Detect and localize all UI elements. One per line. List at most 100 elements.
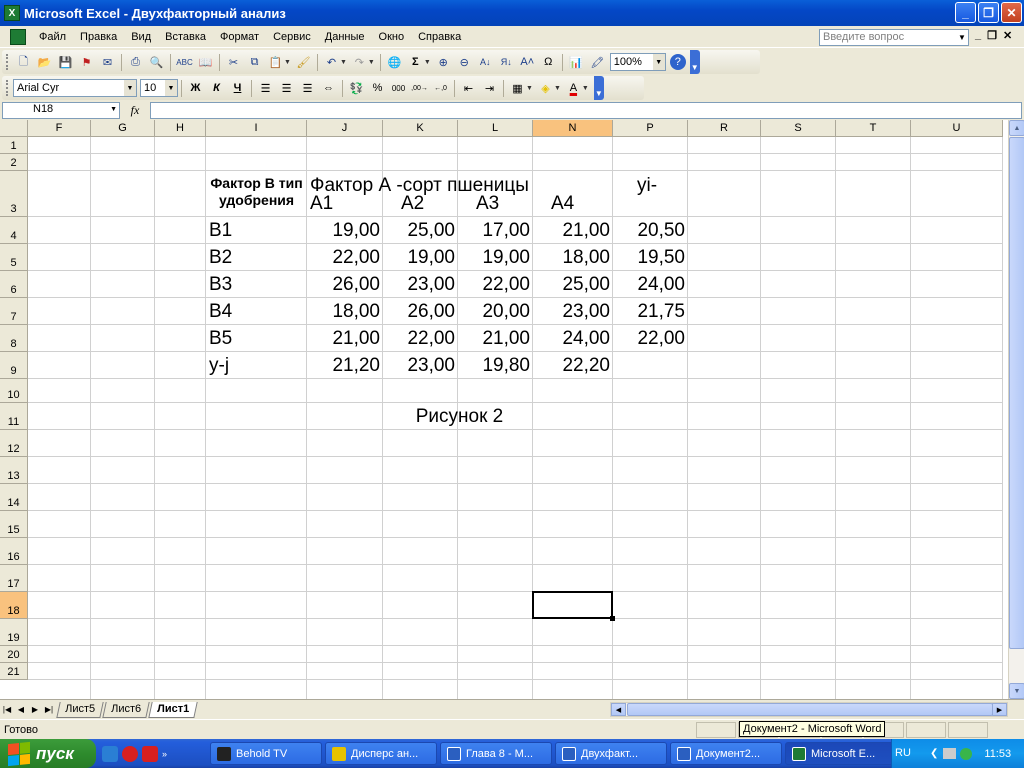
fill-color-icon[interactable]: ◈	[536, 79, 555, 98]
align-right-icon[interactable]: ☰	[298, 79, 317, 98]
row-label[interactable]: В5	[206, 328, 307, 350]
row-header-5[interactable]: 5	[0, 244, 28, 271]
row-mean-cell[interactable]: 20,50	[613, 220, 688, 242]
font-color-icon[interactable]: A	[564, 79, 583, 98]
italic-button[interactable]: К	[207, 79, 226, 98]
row-label[interactable]: В4	[206, 301, 307, 323]
start-button[interactable]: пуск	[0, 739, 96, 768]
undo-icon[interactable]: ↶	[322, 53, 341, 72]
mean-row-label[interactable]: y-j	[206, 355, 307, 377]
network-icon[interactable]	[943, 748, 957, 759]
align-center-icon[interactable]: ☰	[277, 79, 296, 98]
excel-icon[interactable]: X	[4, 5, 20, 21]
research-icon[interactable]: 📖	[196, 53, 215, 72]
doc-close-button[interactable]: ✕	[1003, 29, 1012, 42]
decrease-decimal-icon[interactable]: ←,0	[431, 79, 450, 98]
row-header-20[interactable]: 20	[0, 646, 28, 663]
quick-launch-expand-icon[interactable]: »	[162, 749, 167, 759]
row-header-8[interactable]: 8	[0, 325, 28, 352]
scroll-thumb[interactable]	[1009, 137, 1024, 649]
column-header-f[interactable]: F	[28, 120, 91, 137]
decrease-indent-icon[interactable]: ⇤	[459, 79, 478, 98]
format-painter-icon[interactable]: 🖌	[294, 53, 313, 72]
chevron-down-icon[interactable]: ▼	[124, 80, 136, 96]
col-label-1[interactable]: А1	[307, 193, 383, 215]
menu-insert[interactable]: Вставка	[158, 31, 213, 43]
column-header-k[interactable]: K	[383, 120, 458, 137]
select-all-button[interactable]	[0, 120, 28, 137]
increase-indent-icon[interactable]: ⇥	[480, 79, 499, 98]
chevron-down-icon[interactable]: ▼	[955, 29, 969, 46]
underline-button[interactable]: Ч	[228, 79, 247, 98]
task-dvuhfakt[interactable]: Двухфакт...	[555, 742, 667, 765]
print-icon[interactable]: ⎙	[126, 53, 145, 72]
value-cell[interactable]: 20,00	[458, 301, 533, 323]
row-mean-cell[interactable]: 24,00	[613, 274, 688, 296]
col-label-4[interactable]: А4	[533, 193, 613, 215]
copy-icon[interactable]: ⧉	[245, 53, 264, 72]
row-header-21[interactable]: 21	[0, 663, 28, 680]
value-cell[interactable]: 21,00	[458, 328, 533, 350]
value-cell[interactable]: 22,00	[383, 328, 458, 350]
active-cell-selection[interactable]	[532, 591, 615, 621]
menu-data[interactable]: Данные	[318, 31, 372, 43]
media-icon[interactable]	[142, 745, 158, 762]
row-header-19[interactable]: 19	[0, 619, 28, 646]
clock[interactable]: 11:53	[984, 748, 1011, 760]
sort-desc-icon[interactable]: Я↓	[497, 53, 516, 72]
row-label[interactable]: В1	[206, 220, 307, 242]
column-mean-cell[interactable]: 22,20	[533, 355, 613, 377]
row-label[interactable]: В2	[206, 247, 307, 269]
row-header-4[interactable]: 4	[0, 217, 28, 244]
row-header-2[interactable]: 2	[0, 154, 28, 171]
merge-center-icon[interactable]: ⇔	[319, 79, 338, 98]
hyperlink-icon[interactable]: 🌐	[385, 53, 404, 72]
next-sheet-icon[interactable]: ▶	[28, 705, 42, 714]
row-header-11[interactable]: 11	[0, 403, 28, 430]
row-header-18[interactable]: 18	[0, 592, 28, 619]
increase-decimal-icon[interactable]: ,00→	[410, 79, 429, 98]
row-label[interactable]: В3	[206, 274, 307, 296]
formula-input[interactable]	[150, 102, 1022, 119]
row-header-9[interactable]: 9	[0, 352, 28, 379]
workbook-icon[interactable]	[10, 28, 26, 45]
value-cell[interactable]: 19,00	[383, 247, 458, 269]
question-input[interactable]: Введите вопрос	[819, 29, 969, 46]
value-cell[interactable]: 18,00	[307, 301, 383, 323]
paste-icon[interactable]: 📋	[266, 53, 285, 72]
insert-function-icon[interactable]: fx	[120, 103, 150, 118]
scroll-right-icon[interactable]: ▶	[992, 703, 1007, 716]
symbol-icon[interactable]: Ω	[539, 53, 558, 72]
column-header-r[interactable]: R	[688, 120, 761, 137]
redo-icon[interactable]: ↷	[350, 53, 369, 72]
scroll-down-icon[interactable]: ▼	[1009, 683, 1024, 699]
row-mean-cell[interactable]: 21,75	[613, 301, 688, 323]
sort-asc-icon[interactable]: А↓	[476, 53, 495, 72]
row-mean-cell[interactable]: 19,50	[613, 247, 688, 269]
value-cell[interactable]: 21,00	[533, 220, 613, 242]
help-icon[interactable]: ?	[669, 54, 686, 70]
value-cell[interactable]: 17,00	[458, 220, 533, 242]
value-cell[interactable]: 22,00	[307, 247, 383, 269]
value-cell[interactable]: 21,00	[307, 328, 383, 350]
scroll-up-icon[interactable]: ▲	[1009, 120, 1024, 136]
column-header-l[interactable]: L	[458, 120, 533, 137]
value-cell[interactable]: 26,00	[383, 301, 458, 323]
permission-icon[interactable]: ⚑	[77, 53, 96, 72]
drawing-icon[interactable]: 🖍	[588, 53, 607, 72]
value-cell[interactable]: 23,00	[383, 274, 458, 296]
font-size-select[interactable]: 10 ▼	[140, 79, 178, 97]
header-yi[interactable]: yi-	[613, 175, 688, 197]
row-header-3[interactable]: 3	[0, 171, 28, 217]
column-mean-cell[interactable]: 21,20	[307, 355, 383, 377]
percent-icon[interactable]: %	[368, 79, 387, 98]
name-box[interactable]: N18 ▼	[2, 102, 120, 119]
task-excel[interactable]: Microsoft E...	[785, 742, 897, 765]
menu-tools[interactable]: Сервис	[266, 31, 318, 43]
value-cell[interactable]: 23,00	[533, 301, 613, 323]
toolbar-options-button[interactable]: ▼	[593, 76, 604, 100]
doc-minimize-button[interactable]: _	[975, 29, 981, 42]
task-dokument2[interactable]: Документ2...	[670, 742, 782, 765]
sheet-tab-6[interactable]: Лист6	[102, 701, 150, 718]
header-factor-b[interactable]: Фактор В тип удобрения	[206, 175, 307, 209]
